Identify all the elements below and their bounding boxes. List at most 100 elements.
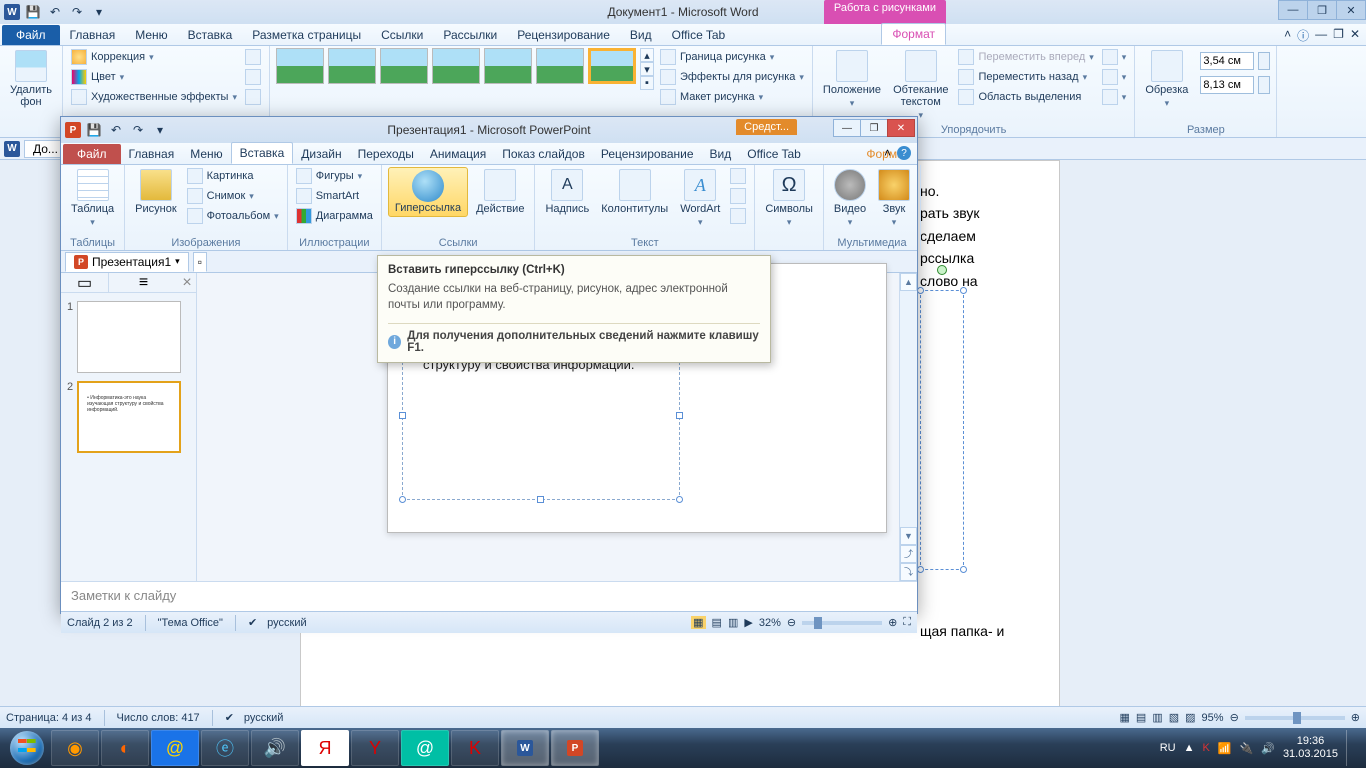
doc-close-icon[interactable]: ✕ — [1350, 27, 1360, 44]
picture-border-button[interactable]: Граница рисунка — [658, 48, 806, 66]
group-button[interactable] — [1100, 68, 1129, 86]
tab-insert[interactable]: Вставка — [178, 25, 243, 45]
style-thumb-6[interactable] — [536, 48, 584, 84]
tab-view[interactable]: Вид — [702, 144, 740, 164]
wrap-text-button[interactable]: Обтекание текстом — [889, 48, 952, 123]
taskbar-app-2[interactable]: ◐ — [101, 730, 149, 766]
taskbar-powerpoint[interactable]: P — [551, 730, 599, 766]
photo-album-button[interactable]: Фотоальбом — [185, 207, 281, 225]
tab-file[interactable]: Файл — [63, 144, 121, 164]
header-footer-button[interactable]: Колонтитулы — [597, 167, 672, 217]
minimize-button[interactable]: — — [1278, 0, 1308, 20]
proofing-icon[interactable]: ✔ — [225, 711, 234, 724]
qat-customize-icon[interactable]: ▾ — [151, 121, 169, 139]
doc-restore-icon[interactable]: ❐ — [1333, 27, 1344, 44]
gallery-more-icon[interactable]: ▪ — [640, 76, 654, 90]
tab-animations[interactable]: Анимация — [422, 144, 494, 164]
style-thumb-5[interactable] — [484, 48, 532, 84]
style-thumb-4[interactable] — [432, 48, 480, 84]
fit-window-icon[interactable]: ⛶ — [903, 616, 911, 629]
picture-button[interactable]: Рисунок — [131, 167, 181, 217]
pp-new-tab[interactable]: ▫ — [193, 252, 207, 272]
compress-button[interactable] — [243, 48, 263, 66]
taskbar-app-3[interactable]: @ — [151, 730, 199, 766]
tab-review[interactable]: Рецензирование — [507, 25, 620, 45]
resize-handle[interactable] — [399, 412, 406, 419]
view-print-icon[interactable]: ▦ — [1120, 711, 1130, 724]
view-web-icon[interactable]: ▥ — [1152, 711, 1162, 724]
tray-lang[interactable]: RU — [1160, 742, 1176, 754]
style-thumb-2[interactable] — [328, 48, 376, 84]
wordart-button[interactable]: AWordArt — [676, 167, 724, 230]
outline-tab[interactable]: ≡ — [109, 274, 178, 292]
textbox-button[interactable]: AНадпись — [541, 167, 593, 217]
tab-home[interactable]: Главная — [60, 25, 126, 45]
picture-effects-button[interactable]: Эффекты для рисунка — [658, 68, 806, 86]
restore-button[interactable]: ❐ — [1307, 0, 1337, 20]
tray-network-icon[interactable]: 📶 — [1218, 742, 1232, 755]
status-theme[interactable]: "Тема Office" — [158, 617, 223, 629]
minimize-ribbon-icon[interactable]: ˄ — [884, 146, 891, 160]
tab-file[interactable]: Файл — [2, 25, 60, 45]
help-icon[interactable]: ? — [897, 146, 911, 160]
style-thumb-3[interactable] — [380, 48, 428, 84]
status-slide[interactable]: Слайд 2 из 2 — [67, 617, 133, 629]
view-read-icon[interactable]: ▤ — [1136, 711, 1146, 724]
screenshot-button[interactable]: Снимок — [185, 187, 281, 205]
reset-pic-button[interactable] — [243, 88, 263, 106]
zoom-percent[interactable]: 95% — [1202, 712, 1224, 724]
tray-clock[interactable]: 19:36 31.03.2015 — [1283, 735, 1338, 761]
zoom-in-button[interactable]: ⊕ — [1351, 711, 1360, 724]
status-page[interactable]: Страница: 4 из 4 — [6, 712, 92, 724]
taskbar-volume[interactable]: 🔊 — [251, 730, 299, 766]
taskbar-yandex-browser[interactable]: Y — [351, 730, 399, 766]
video-button[interactable]: Видео — [830, 167, 870, 230]
doc-minimize-icon[interactable]: — — [1315, 27, 1327, 44]
tab-office-tab[interactable]: Office Tab — [739, 144, 809, 164]
chart-button[interactable]: Диаграмма — [294, 207, 375, 225]
gallery-up-icon[interactable]: ▴ — [640, 48, 654, 62]
restore-button[interactable]: ❐ — [860, 119, 888, 137]
start-button[interactable] — [4, 730, 50, 766]
resize-handle[interactable] — [676, 412, 683, 419]
word-contextual-tab[interactable]: Работа с рисунками — [824, 0, 946, 24]
resize-handle[interactable] — [399, 496, 406, 503]
notes-pane[interactable]: Заметки к слайду — [61, 581, 917, 611]
resize-handle[interactable] — [917, 287, 924, 294]
close-panel-icon[interactable]: × — [178, 274, 196, 292]
zoom-in-button[interactable]: ⊕ — [888, 616, 897, 629]
corrections-button[interactable]: Коррекция — [69, 48, 239, 66]
tray-volume-icon[interactable]: 🔊 — [1261, 742, 1275, 755]
change-pic-button[interactable] — [243, 68, 263, 86]
width-field[interactable] — [1196, 76, 1270, 94]
show-desktop-button[interactable] — [1346, 730, 1354, 766]
action-button[interactable]: Действие — [472, 167, 528, 217]
zoom-out-button[interactable]: ⊖ — [1230, 711, 1239, 724]
style-thumb-7[interactable] — [588, 48, 636, 84]
spinner-icon[interactable] — [1258, 76, 1270, 94]
proofing-icon[interactable]: ✔ — [248, 616, 257, 629]
word-image-selection[interactable] — [920, 290, 964, 570]
remove-bg-button[interactable]: Удалить фон — [6, 48, 56, 110]
redo-icon[interactable]: ↷ — [68, 3, 86, 21]
position-button[interactable]: Положение — [819, 48, 885, 111]
scroll-down-icon[interactable]: ▼ — [900, 527, 917, 545]
close-button[interactable]: ✕ — [887, 119, 915, 137]
slide-thumb-1[interactable]: 1 — [67, 301, 190, 373]
resize-handle[interactable] — [676, 496, 683, 503]
slides-tab[interactable]: ▭ — [61, 273, 109, 293]
tab-menu[interactable]: Меню — [125, 25, 177, 45]
crop-button[interactable]: Обрезка — [1141, 48, 1192, 111]
resize-handle[interactable] — [537, 496, 544, 503]
minimize-ribbon-icon[interactable]: ˄ — [1284, 27, 1291, 44]
tab-view[interactable]: Вид — [620, 25, 662, 45]
align-button[interactable] — [1100, 48, 1129, 66]
tray-power-icon[interactable]: 🔌 — [1240, 742, 1254, 755]
view-outline-icon[interactable]: ▧ — [1169, 711, 1179, 724]
view-reading-icon[interactable]: ▥ — [728, 616, 738, 629]
pp-doc-tab[interactable]: P Презентация1 ▾ — [65, 252, 189, 272]
qat-customize-icon[interactable]: ▾ — [90, 3, 108, 21]
taskbar-word[interactable]: W — [501, 730, 549, 766]
send-backward-button[interactable]: Переместить назад — [956, 68, 1095, 86]
slide-thumb-2[interactable]: 2• Информатика-это наука изучающая струк… — [67, 381, 190, 453]
